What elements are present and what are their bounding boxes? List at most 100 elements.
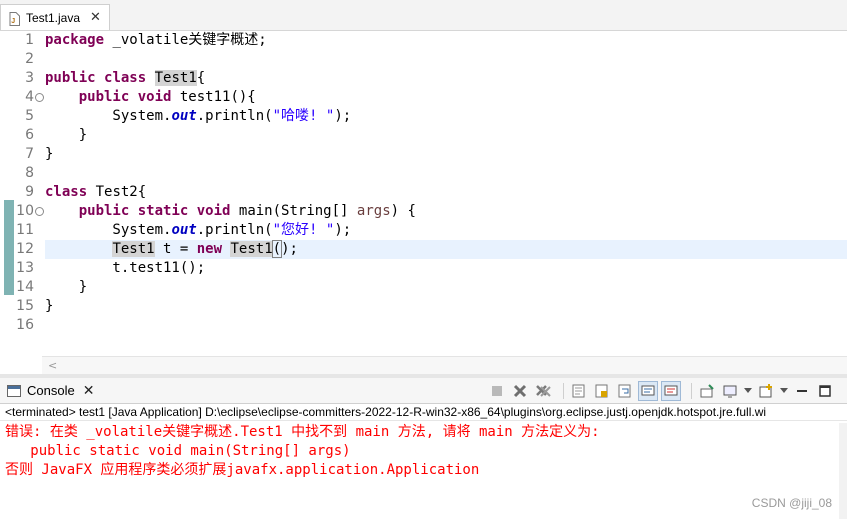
watermark-text: CSDN @jiji_08 xyxy=(751,496,832,510)
chevron-down-icon[interactable] xyxy=(780,382,788,400)
code-line-4: public void test11(){ xyxy=(45,88,256,107)
bracket-match: ( xyxy=(271,240,283,258)
code-text: ; xyxy=(289,241,298,257)
line-number-gutter: 1 2 3 4 5 6 7 8 9 10 11 12 13 14 15 16 xyxy=(14,31,44,357)
keyword: static xyxy=(137,203,189,219)
console-output[interactable]: 错误: 在类 _volatile关键字概述.Test1 中找不到 main 方法… xyxy=(0,423,847,519)
keyword: public xyxy=(78,203,130,219)
string-literal: "您好! " xyxy=(272,222,335,238)
line-number: 16 xyxy=(16,317,34,333)
code-line-15: } xyxy=(45,298,54,314)
console-tab-label: Console xyxy=(27,383,75,398)
code-text: ) { xyxy=(390,203,416,219)
method-signature: test11(){ xyxy=(171,89,256,105)
brace: { xyxy=(196,70,206,86)
code-line-10: public static void main(String[] args) { xyxy=(45,202,416,221)
new-console-icon[interactable] xyxy=(757,382,775,400)
code-line-14: } xyxy=(45,279,88,295)
editor-tab-label: Test1.java xyxy=(26,10,81,25)
keyword: void xyxy=(196,203,231,219)
line-number: 12 xyxy=(16,241,34,257)
svg-text:J: J xyxy=(11,18,15,25)
code-line-7: } xyxy=(45,146,54,162)
chevron-down-icon[interactable] xyxy=(744,382,752,400)
console-error-line: 否则 JavaFX 应用程序类必须扩展javafx.application.Ap… xyxy=(5,462,480,478)
line-number: 13 xyxy=(16,260,34,276)
keyword: public xyxy=(45,70,96,86)
fold-collapse-icon[interactable] xyxy=(35,207,44,216)
close-icon[interactable]: ✕ xyxy=(90,10,101,25)
fold-collapse-icon[interactable] xyxy=(35,93,44,102)
line-number: 3 xyxy=(25,70,34,86)
horizontal-scrollbar[interactable]: < xyxy=(42,356,847,374)
toolbar-separator xyxy=(563,383,564,399)
scroll-lock-icon[interactable] xyxy=(593,382,611,400)
code-editor[interactable]: 1 2 3 4 5 6 7 8 9 10 11 12 13 14 15 16 p… xyxy=(0,31,847,374)
console-toolbar xyxy=(488,381,839,401)
class-name-occurrence: Test1 xyxy=(112,241,155,257)
string-literal: "哈喽! " xyxy=(272,108,335,124)
terminate-icon[interactable] xyxy=(488,382,506,400)
static-field: out xyxy=(171,222,197,238)
minimize-icon[interactable] xyxy=(793,382,811,400)
code-line-9: class Test2{ xyxy=(45,183,146,202)
text-cursor: ) xyxy=(281,241,290,257)
code-text: System. xyxy=(45,222,172,238)
line-number: 10 xyxy=(16,203,34,219)
keyword: class xyxy=(104,70,147,86)
code-text: main(String[] xyxy=(230,203,357,219)
code-text: ); xyxy=(334,222,352,238)
show-stdout-icon[interactable] xyxy=(638,381,658,401)
parameter-name: args xyxy=(356,203,391,219)
package-name: _volatile关键字概述; xyxy=(104,32,267,48)
code-text: .println( xyxy=(196,108,273,124)
word-wrap-icon[interactable] xyxy=(616,382,634,400)
line-number: 2 xyxy=(25,51,34,67)
console-error-line: public static void main(String[] args) xyxy=(5,443,351,459)
maximize-icon[interactable] xyxy=(816,382,834,400)
console-error-line: 错误: 在类 _volatile关键字概述.Test1 中找不到 main 方法… xyxy=(5,424,600,440)
line-number: 14 xyxy=(16,279,34,295)
code-text: ); xyxy=(334,108,352,124)
class-name-occurrence: Test1 xyxy=(154,70,197,86)
code-line-12: Test1 t = new Test1(); xyxy=(45,240,298,259)
code-text: .println( xyxy=(196,222,273,238)
editor-tab-bar: J Test1.java ✕ xyxy=(0,0,847,31)
pin-console-icon[interactable] xyxy=(698,382,716,400)
close-icon[interactable]: ✕ xyxy=(83,383,95,399)
console-process-status: <terminated> test1 [Java Application] D:… xyxy=(0,404,847,421)
keyword: package xyxy=(45,32,105,48)
console-icon xyxy=(7,384,21,397)
line-number: 5 xyxy=(25,108,34,124)
toolbar-separator xyxy=(691,383,692,399)
class-declaration: Test2{ xyxy=(87,184,147,200)
vertical-scrollbar[interactable] xyxy=(839,423,847,519)
line-number: 11 xyxy=(16,222,34,238)
line-number: 15 xyxy=(16,298,34,314)
line-number: 1 xyxy=(25,32,34,48)
code-line-1: package _volatile关键字概述; xyxy=(45,31,267,50)
remove-all-icon[interactable] xyxy=(534,382,552,400)
console-view-header: Console ✕ xyxy=(0,378,847,404)
line-number: 9 xyxy=(25,184,34,200)
code-text: t = xyxy=(154,241,197,257)
show-stderr-icon[interactable] xyxy=(661,381,681,401)
display-console-icon[interactable] xyxy=(721,382,739,400)
line-number: 7 xyxy=(25,146,34,162)
line-number: 8 xyxy=(25,165,34,181)
keyword: new xyxy=(196,241,223,257)
code-line-5: System.out.println("哈喽! "); xyxy=(45,107,351,126)
scroll-left-icon[interactable]: < xyxy=(48,357,57,374)
change-marker-bar xyxy=(4,200,14,295)
clear-console-icon[interactable] xyxy=(570,382,588,400)
editor-tab-test1-java[interactable]: J Test1.java ✕ xyxy=(0,4,110,30)
code-line-3: public class Test1{ xyxy=(45,69,205,88)
console-tab[interactable]: Console ✕ xyxy=(0,378,94,403)
code-line-13: t.test11(); xyxy=(45,260,206,276)
keyword: void xyxy=(137,89,172,105)
remove-launch-icon[interactable] xyxy=(511,382,529,400)
java-file-icon: J xyxy=(9,11,20,26)
